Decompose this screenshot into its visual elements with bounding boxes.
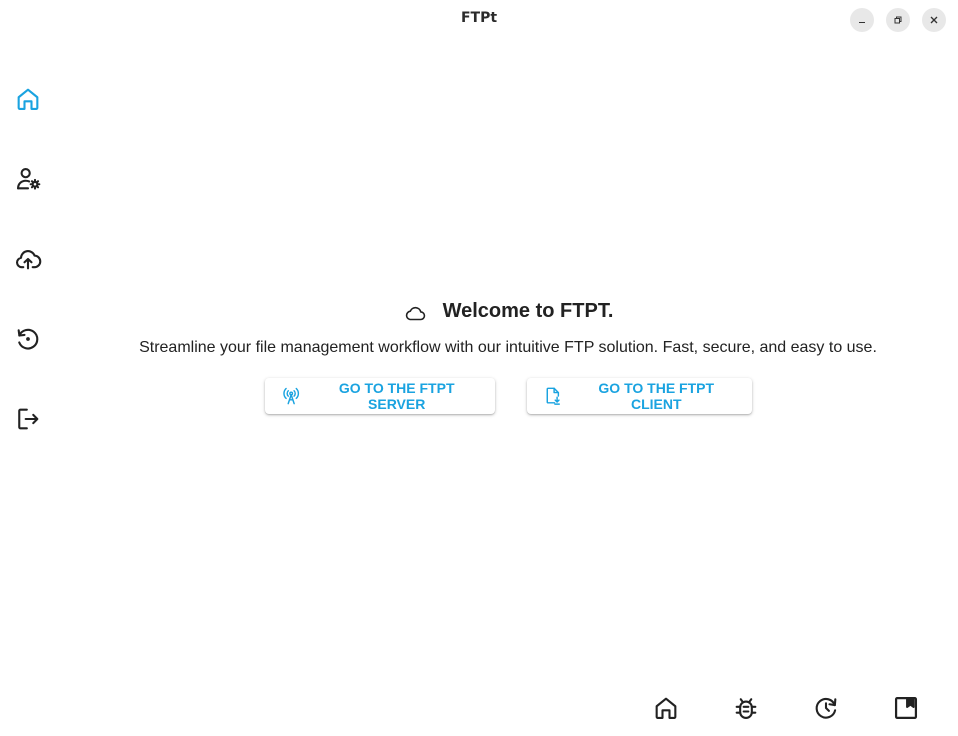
- sidebar-item-home[interactable]: [8, 79, 48, 119]
- maximize-button[interactable]: [886, 8, 910, 32]
- home-icon: [655, 697, 677, 719]
- sidebar-item-history[interactable]: [8, 319, 48, 359]
- sidebar-item-upload[interactable]: [8, 239, 48, 279]
- main-content: Welcome to FTPT. Streamline your file ma…: [58, 38, 958, 678]
- app-window: FTPt Welcome to FTPT. Streamline your fi…: [0, 0, 958, 736]
- sidebar-item-logout[interactable]: [8, 399, 48, 439]
- close-icon: [930, 16, 938, 24]
- window-title: FTPt: [460, 10, 498, 26]
- broadcast-tower-icon: [282, 387, 299, 405]
- close-button[interactable]: [922, 8, 946, 32]
- minimize-button[interactable]: [850, 8, 874, 32]
- go-to-server-label: GO TO THE FTPT SERVER: [338, 380, 455, 412]
- bookmark-book-icon: [894, 696, 918, 720]
- bottom-home-button[interactable]: [646, 688, 686, 728]
- action-buttons: GO TO THE FTPT SERVER GO TO THE FTPT CLI…: [58, 378, 958, 414]
- file-download-icon: [546, 387, 560, 405]
- title-bar[interactable]: FTPt: [0, 0, 958, 38]
- history-refresh-icon: [815, 698, 837, 719]
- sidebar-item-user-settings[interactable]: [8, 159, 48, 199]
- user-gear-icon: [17, 168, 41, 190]
- bottom-refresh-button[interactable]: [806, 688, 846, 728]
- cloud-upload-icon: [16, 250, 42, 270]
- minimize-icon: [859, 22, 865, 23]
- cloud-icon: [405, 306, 425, 321]
- maximize-icon: [894, 16, 902, 24]
- bottom-debug-button[interactable]: [726, 688, 766, 728]
- bug-icon: [735, 698, 757, 719]
- go-to-server-button[interactable]: GO TO THE FTPT SERVER: [264, 378, 495, 414]
- welcome-heading: Welcome to FTPT.: [58, 297, 958, 325]
- go-to-client-label: GO TO THE FTPT CLIENT: [598, 380, 715, 412]
- history-icon: [17, 328, 39, 350]
- page-subtitle: Streamline your file management workflow…: [139, 339, 877, 356]
- home-icon: [17, 88, 39, 110]
- logout-icon: [18, 408, 39, 430]
- go-to-client-button[interactable]: GO TO THE FTPT CLIENT: [526, 378, 752, 414]
- bottom-docs-button[interactable]: [886, 688, 926, 728]
- page-title: Welcome to FTPT.: [442, 299, 614, 322]
